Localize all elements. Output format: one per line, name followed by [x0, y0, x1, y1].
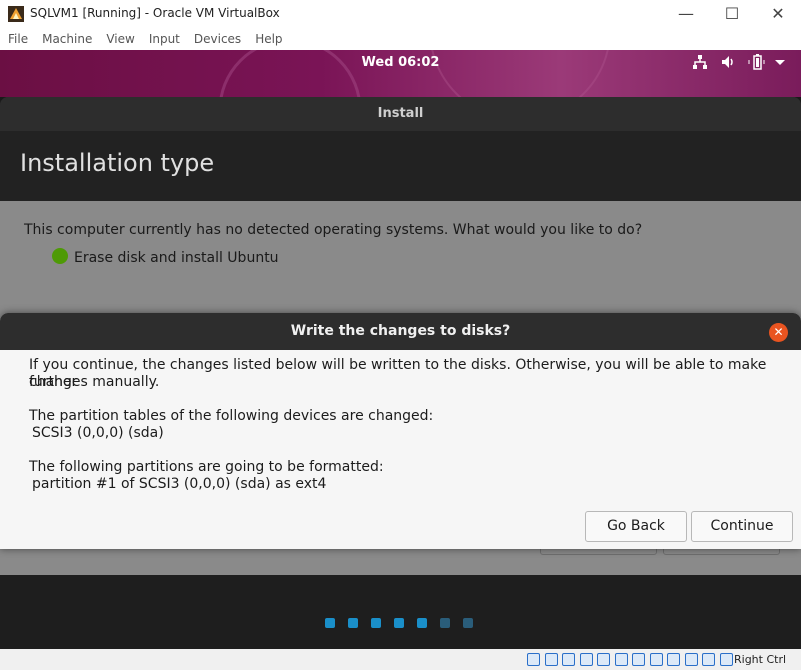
optical-disk-icon[interactable] — [544, 653, 558, 666]
progress-dot — [348, 618, 358, 628]
menu-input[interactable]: Input — [149, 29, 180, 46]
dialog-close-button[interactable]: ✕ — [769, 323, 788, 342]
format-item: partition #1 of SCSI3 (0,0,0) (sda) as e… — [32, 476, 327, 492]
dialog-header: Write the changes to disks? ✕ — [0, 313, 801, 350]
progress-dot — [371, 618, 381, 628]
close-icon: ✕ — [773, 325, 784, 339]
menu-arrow-icon[interactable] — [774, 54, 786, 70]
maximize-icon: ☐ — [724, 4, 740, 23]
progress-dot — [417, 618, 427, 628]
vbox-statusbar: Right Ctrl — [0, 649, 801, 670]
write-changes-dialog: Write the changes to disks? ✕ If you con… — [0, 313, 801, 549]
menu-help[interactable]: Help — [255, 29, 282, 46]
continue-button[interactable]: Continue — [691, 511, 793, 542]
partition-tables-label: The partition tables of the following de… — [29, 408, 434, 424]
volume-icon[interactable] — [720, 54, 736, 70]
menu-devices[interactable]: Devices — [194, 29, 241, 46]
dialog-title: Write the changes to disks? — [290, 323, 511, 339]
host-key-label: Right Ctrl — [734, 653, 787, 666]
virtualbox-app-icon — [8, 6, 24, 22]
installer-heading-bar: Installation type — [0, 131, 801, 201]
battery-icon[interactable] — [748, 54, 766, 70]
clock[interactable]: Wed 06:02 — [0, 55, 801, 70]
page-title: Installation type — [20, 149, 215, 177]
shared-folders-icon[interactable] — [614, 653, 628, 666]
window-title: SQLVM1 [Running] - Oracle VM VirtualBox — [30, 6, 280, 20]
installer-question: This computer currently has no detected … — [24, 222, 643, 238]
menu-view[interactable]: View — [106, 29, 134, 46]
progress-dot — [394, 618, 404, 628]
menu-file[interactable]: File — [8, 29, 28, 46]
installer-header: Install — [0, 97, 801, 131]
close-button[interactable]: ✕ — [755, 0, 801, 28]
usb-icon[interactable] — [597, 653, 610, 666]
vm-display[interactable]: Wed 06:02 Install Installation type This… — [0, 50, 801, 649]
network-icon[interactable] — [692, 54, 708, 70]
format-label: The following partitions are going to be… — [29, 459, 384, 475]
menubar: File Machine View Input Devices Help — [0, 28, 801, 50]
maximize-button[interactable]: ☐ — [709, 0, 755, 28]
partition-tables-device: SCSI3 (0,0,0) (sda) — [32, 425, 164, 441]
window-titlebar: SQLVM1 [Running] - Oracle VM VirtualBox … — [0, 0, 801, 28]
audio-icon[interactable] — [562, 653, 575, 666]
hard-disk-icon[interactable] — [527, 653, 540, 666]
dialog-intro-line2: changes manually. — [29, 374, 160, 390]
progress-dot — [463, 618, 473, 628]
installer-title: Install — [377, 106, 424, 121]
video-capture-icon[interactable] — [649, 653, 663, 666]
ubuntu-topbar: Wed 06:02 — [0, 50, 801, 97]
progress-dot — [440, 618, 450, 628]
erase-disk-radio[interactable] — [52, 248, 68, 264]
display-icon[interactable] — [632, 653, 645, 666]
recording-icon[interactable] — [667, 653, 680, 666]
mouse-integration-icon[interactable] — [702, 653, 715, 666]
installer-footer — [0, 575, 801, 649]
minimize-button[interactable]: — — [663, 0, 709, 28]
network-adapter-icon[interactable] — [579, 653, 593, 666]
host-key-arrow-icon[interactable] — [719, 653, 733, 666]
erase-disk-label[interactable]: Erase disk and install Ubuntu — [74, 250, 279, 266]
progress-dot — [325, 618, 335, 628]
go-back-button[interactable]: Go Back — [585, 511, 687, 542]
cpu-icon[interactable] — [684, 653, 698, 666]
close-icon: ✕ — [771, 4, 785, 23]
minimize-icon: — — [678, 4, 694, 23]
menu-machine[interactable]: Machine — [42, 29, 92, 46]
